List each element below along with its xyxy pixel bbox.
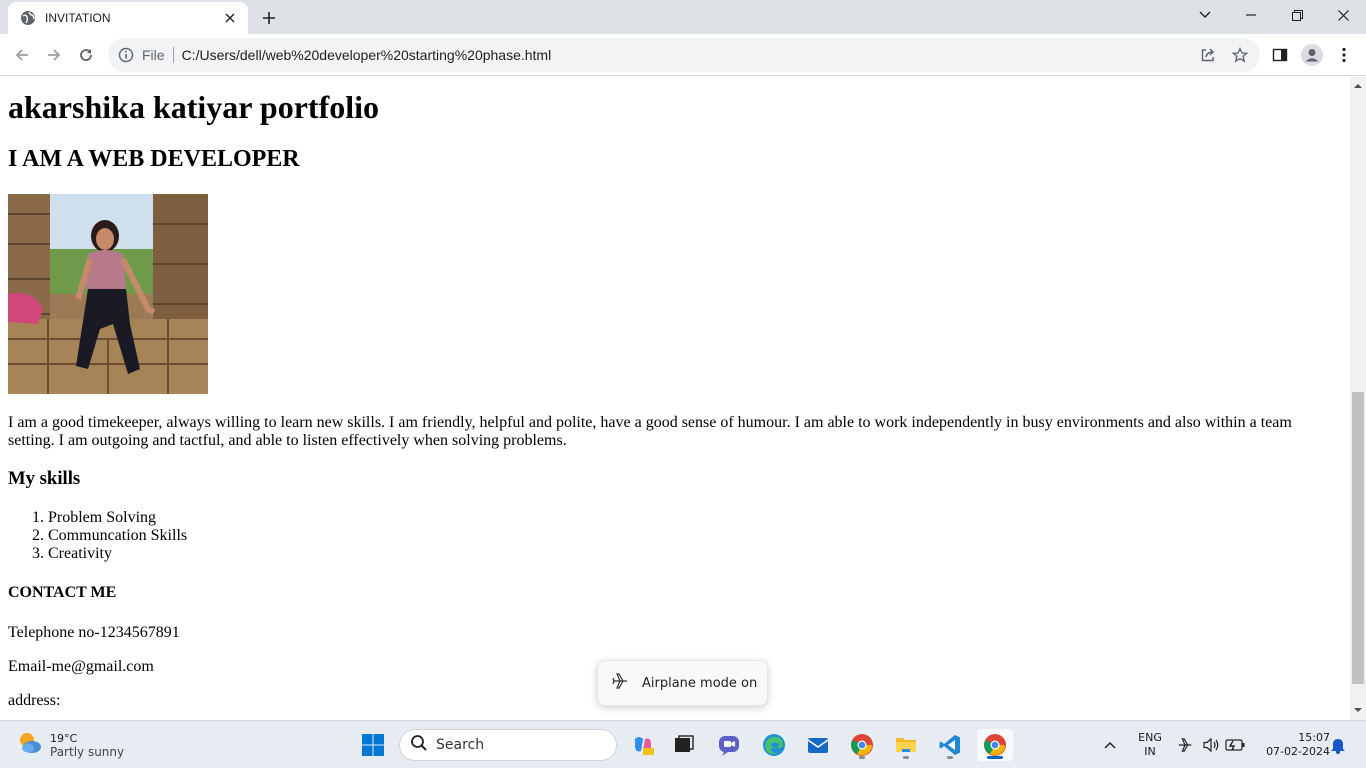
edge-browser-icon[interactable] — [758, 729, 790, 761]
address-bar[interactable]: File C:/Users/dell/web%20developer%20sta… — [108, 38, 1260, 72]
scroll-up-arrow-icon[interactable] — [1354, 82, 1362, 90]
weather-condition: Partly sunny — [50, 744, 125, 759]
close-tab-icon[interactable] — [222, 10, 238, 26]
scrollbar-thumb[interactable] — [1352, 392, 1364, 684]
profile-photo — [8, 194, 208, 394]
teams-chat-icon[interactable] — [713, 729, 745, 761]
chrome-icon[interactable] — [977, 729, 1013, 761]
minimize-button[interactable] — [1228, 0, 1274, 30]
file-explorer-icon[interactable] — [890, 729, 922, 761]
browser-tab[interactable]: INVITATION — [8, 2, 248, 34]
weather-widget[interactable]: 19°C Partly sunny — [16, 729, 124, 761]
airplane-mode-icon[interactable] — [1172, 729, 1198, 761]
about-paragraph: I am a good timekeeper, always willing t… — [8, 414, 1292, 449]
partly-sunny-icon — [16, 729, 44, 761]
weather-temperature: 19°C — [50, 731, 78, 745]
browser-toolbar: File C:/Users/dell/web%20developer%20sta… — [0, 34, 1366, 76]
vs-code-icon[interactable] — [934, 729, 966, 761]
tab-search-chevron-icon[interactable] — [1182, 0, 1228, 30]
url-text[interactable]: C:/Users/dell/web%20developer%20starting… — [174, 47, 552, 63]
back-button[interactable] — [10, 43, 34, 67]
tab-title: INVITATION — [45, 11, 111, 25]
chevron-up-icon[interactable] — [1096, 729, 1124, 761]
clock[interactable]: 15:07 07-02-2024 — [1254, 731, 1330, 759]
active-indicator — [987, 756, 1003, 759]
contact-heading: CONTACT ME — [8, 584, 117, 601]
side-panel-icon[interactable] — [1268, 43, 1292, 67]
task-view-icon[interactable] — [668, 729, 700, 761]
running-indicator — [859, 756, 865, 759]
language-indicator[interactable]: ENG IN — [1136, 731, 1164, 759]
close-window-button[interactable] — [1320, 0, 1366, 30]
profile-avatar-icon[interactable] — [1300, 43, 1324, 67]
search-icon — [410, 734, 428, 756]
restore-button[interactable] — [1274, 0, 1320, 30]
page-viewport: akarshika katiyar portfolio I AM A WEB D… — [0, 77, 1350, 720]
new-tab-button[interactable] — [258, 7, 280, 29]
running-indicator — [903, 756, 909, 759]
notification-bell-icon[interactable] — [1326, 729, 1350, 761]
windows-taskbar: 19°C Partly sunny Search ENG IN 15:07 07… — [0, 720, 1366, 768]
bookmark-star-icon[interactable] — [1228, 43, 1252, 67]
taskbar-search-box[interactable]: Search — [399, 729, 617, 761]
list-item: Problem Solving — [48, 509, 187, 527]
reload-button[interactable] — [74, 43, 98, 67]
page-subtitle: I AM A WEB DEVELOPER — [8, 146, 300, 172]
toast-label: Airplane mode on — [642, 675, 758, 691]
list-item: Creativity — [48, 545, 187, 563]
copilot-icon[interactable] — [627, 729, 659, 761]
site-info-icon[interactable] — [118, 47, 134, 63]
running-indicator — [947, 756, 953, 759]
telephone-text: Telephone no-1234567891 — [8, 624, 180, 641]
scroll-down-arrow-icon[interactable] — [1354, 706, 1362, 714]
email-text: Email-me@gmail.com — [8, 658, 154, 675]
skills-list: Problem Solving Communcation Skills Crea… — [8, 509, 187, 563]
scheme-label: File — [142, 47, 174, 63]
tab-strip: INVITATION — [0, 0, 1366, 34]
address-label: address: — [8, 692, 61, 709]
page-title: akarshika katiyar portfolio — [8, 89, 379, 125]
volume-icon[interactable] — [1198, 729, 1224, 761]
start-button[interactable] — [357, 729, 389, 761]
page-scrollbar[interactable] — [1350, 77, 1366, 720]
language-code: ENG — [1138, 731, 1162, 744]
skills-heading: My skills — [8, 468, 81, 489]
chrome-beta-icon[interactable] — [846, 729, 878, 761]
clock-date: 07-02-2024 — [1266, 745, 1330, 758]
forward-button[interactable] — [42, 43, 66, 67]
share-icon[interactable] — [1196, 43, 1220, 67]
airplane-icon — [611, 672, 629, 694]
clock-time: 15:07 — [1298, 731, 1330, 744]
globe-icon — [20, 10, 36, 26]
mail-icon[interactable] — [802, 729, 834, 761]
search-label: Search — [436, 737, 485, 753]
region-code: IN — [1144, 745, 1156, 758]
airplane-mode-toast: Airplane mode on — [597, 660, 768, 706]
menu-kebab-icon[interactable] — [1332, 43, 1356, 67]
battery-icon[interactable] — [1222, 729, 1248, 761]
list-item: Communcation Skills — [48, 527, 187, 545]
